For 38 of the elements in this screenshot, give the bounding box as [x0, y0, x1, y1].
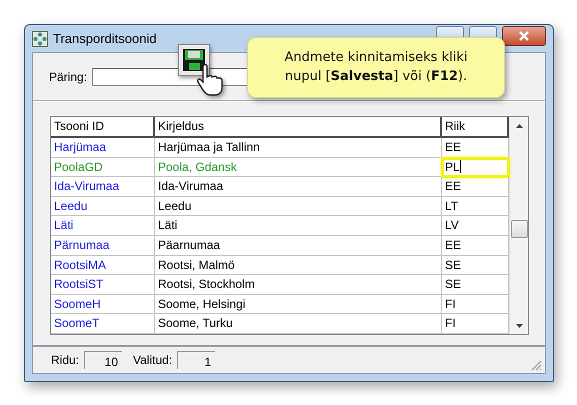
status-value: 10: [84, 351, 122, 369]
table-cell: Ida-Virumaa: [51, 177, 155, 197]
table-cell: Poola, Gdansk: [155, 158, 442, 178]
column-header[interactable]: Riik: [442, 117, 509, 138]
table-cell: Ida-Virumaa: [155, 177, 442, 197]
column-header[interactable]: Kirjeldus: [155, 117, 442, 138]
table-cell: Leedu: [155, 196, 442, 216]
close-icon: [518, 30, 530, 40]
close-button[interactable]: [502, 26, 546, 46]
save-button[interactable]: [178, 44, 210, 76]
vertical-scrollbar[interactable]: [509, 117, 528, 334]
table-cell: Rootsi, Stockholm: [155, 275, 442, 295]
edit-cell[interactable]: PL: [442, 158, 509, 178]
resize-grip-icon[interactable]: [531, 360, 542, 371]
column-header[interactable]: Tsooni ID: [51, 117, 155, 138]
hint-tooltip: Andmete kinnitamiseks kliki nupul [Salvesta] või (F12).: [247, 37, 505, 98]
table-cell: Leedu: [51, 196, 155, 216]
table-cell: Läti: [155, 216, 442, 236]
window-title: Transporditsoonid: [53, 31, 157, 46]
table-cell: Pärnumaa: [51, 236, 155, 256]
query-label: Päring:: [49, 70, 88, 84]
table-cell: Päarnumaa: [155, 236, 442, 256]
scroll-thumb[interactable]: [511, 220, 528, 238]
table-cell: Harjümaa ja Tallinn: [155, 138, 442, 158]
table-cell: PoolaGD: [51, 158, 155, 178]
table-cell: Soome, Helsingi: [155, 294, 442, 314]
table-cell: RootsiST: [51, 275, 155, 295]
status-value: 1: [177, 351, 216, 369]
table-cell: Soome, Turku: [155, 314, 442, 334]
table-cell: Rootsi, Malmö: [155, 256, 442, 276]
app-icon: [32, 30, 48, 46]
status-label: Valitud:: [133, 353, 172, 367]
status-label: Ridu:: [51, 353, 80, 367]
table-cell: Harjümaa: [51, 138, 155, 158]
table-cell: RootsiMA: [51, 256, 155, 276]
table-cell: Läti: [51, 216, 155, 236]
table-cell: SoomeH: [51, 294, 155, 314]
table-cell: SoomeT: [51, 314, 155, 334]
